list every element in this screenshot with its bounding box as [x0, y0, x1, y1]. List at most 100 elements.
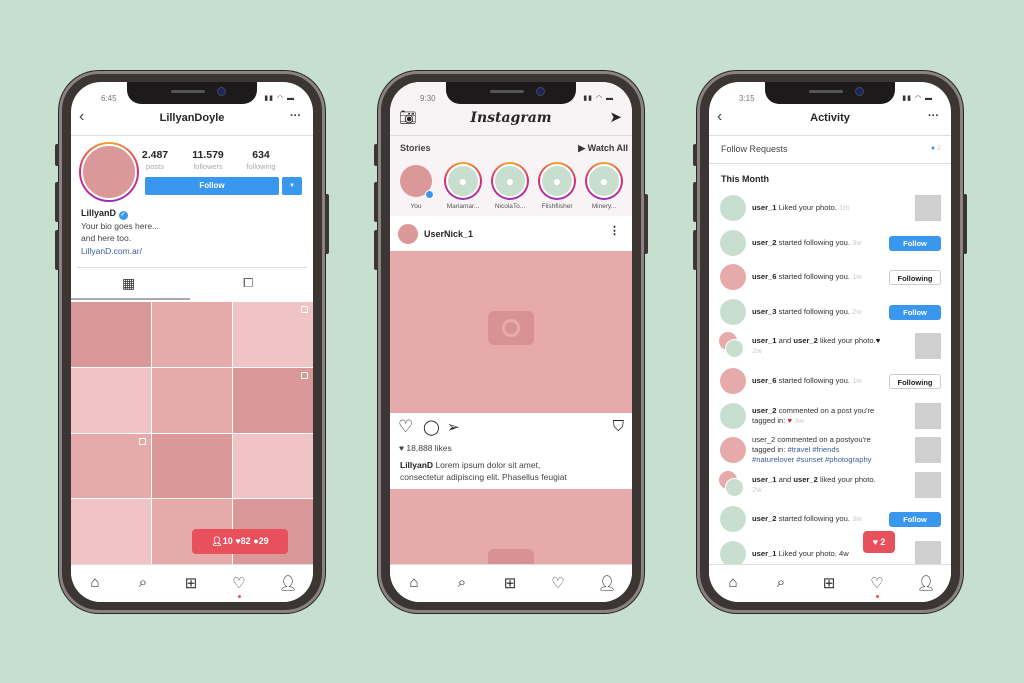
- grid-photo[interactable]: [233, 302, 313, 367]
- stat-value[interactable]: 11.579: [178, 149, 238, 161]
- post-thumbnail[interactable]: [915, 437, 941, 464]
- activity-text: user_2 started following you. 3w: [752, 514, 882, 524]
- comment-icon[interactable]: ◯: [423, 418, 440, 436]
- follow-button[interactable]: Follow: [889, 512, 941, 528]
- tagged-tab-icon[interactable]: ⧠: [243, 275, 253, 291]
- post-image: [390, 251, 632, 413]
- stat-value[interactable]: 634: [231, 149, 291, 161]
- add-icon[interactable]: ⊞: [181, 574, 201, 592]
- activity-row[interactable]: user_3 started following you. 2w Follow: [709, 295, 951, 329]
- user-avatar[interactable]: [720, 506, 746, 533]
- user-avatar[interactable]: [725, 477, 744, 497]
- username-link[interactable]: user_6: [752, 272, 777, 281]
- user-avatar[interactable]: [720, 402, 746, 429]
- user-placeholder-icon: ●: [493, 164, 527, 198]
- heart-icon: ♥: [875, 336, 881, 346]
- follow-button[interactable]: Follow: [145, 177, 279, 195]
- username-link[interactable]: user_1: [752, 475, 777, 484]
- activity-row[interactable]: user_2 commented on a post you're tagged…: [709, 399, 951, 433]
- username-link[interactable]: user_2: [752, 514, 777, 523]
- profile-icon[interactable]: 👤︎: [916, 574, 936, 592]
- user-avatar[interactable]: [720, 437, 746, 464]
- story-avatar[interactable]: ●: [444, 162, 482, 200]
- grid-photo[interactable]: [233, 367, 313, 433]
- activity-row[interactable]: user_2 started following you. 3w Follow: [709, 502, 951, 536]
- username-link[interactable]: user_1: [752, 336, 777, 345]
- activity-row[interactable]: user_2 commented on a postyou're tagged …: [709, 433, 951, 467]
- username-link[interactable]: user_1: [752, 549, 777, 558]
- user-avatar[interactable]: [720, 368, 746, 394]
- post-author-name[interactable]: UserNick_1: [424, 229, 473, 239]
- activity-heart-icon[interactable]: ♡: [229, 574, 249, 592]
- activity-row[interactable]: user_6 started following you. 1w Followin…: [709, 364, 951, 398]
- follow-requests-link[interactable]: Follow Requests ● 2: [709, 136, 951, 163]
- bookmark-icon[interactable]: ⛉: [613, 418, 624, 435]
- more-icon[interactable]: ···: [290, 110, 301, 122]
- grid-view-tab-icon[interactable]: ▦: [122, 275, 135, 292]
- activity-row[interactable]: user_2 started following you. 3w Follow: [709, 226, 951, 260]
- profile-link[interactable]: LillyanD.com.ar/: [81, 246, 142, 256]
- username-link[interactable]: user_6: [752, 376, 777, 385]
- more-icon[interactable]: ···: [928, 110, 939, 122]
- follow-button[interactable]: Follow: [889, 304, 941, 320]
- grid-photo[interactable]: [71, 433, 151, 499]
- user-avatar[interactable]: [720, 195, 746, 221]
- grid-photo[interactable]: [152, 367, 232, 433]
- search-icon[interactable]: ⌕: [452, 574, 472, 591]
- follow-button[interactable]: Follow: [889, 235, 941, 251]
- add-icon[interactable]: ⊞: [819, 574, 839, 592]
- activity-row[interactable]: user_1 Liked your photo. 1m: [709, 191, 951, 225]
- user-avatar[interactable]: [720, 298, 746, 325]
- username-link[interactable]: user_1: [752, 203, 777, 212]
- profile-icon[interactable]: 👤︎: [278, 574, 298, 592]
- share-icon[interactable]: ➢: [447, 418, 460, 436]
- grid-photo[interactable]: [71, 367, 151, 433]
- status-time: 9:30: [420, 94, 436, 103]
- username-link[interactable]: user_2: [752, 238, 777, 247]
- home-icon[interactable]: ⌂: [723, 574, 743, 591]
- follow-dropdown-button[interactable]: ▼: [282, 177, 302, 195]
- story-avatar[interactable]: ●: [585, 162, 623, 200]
- watch-all-button[interactable]: ▶ Watch All: [578, 143, 628, 154]
- timestamp: 3w: [791, 415, 804, 425]
- stat-value[interactable]: 2.487: [125, 149, 185, 161]
- post-options-icon[interactable]: ⋮: [609, 224, 620, 237]
- user-avatar[interactable]: [720, 264, 746, 291]
- post-author-avatar[interactable]: [398, 224, 418, 244]
- username-link[interactable]: user_2: [752, 406, 777, 415]
- story-avatar[interactable]: ●: [538, 162, 576, 200]
- grid-photo[interactable]: [233, 433, 313, 499]
- caption-user[interactable]: LillyanD: [400, 460, 433, 470]
- post-thumbnail[interactable]: [915, 333, 941, 360]
- likes-count: 18,888 likes: [406, 443, 452, 453]
- your-story-avatar[interactable]: [400, 165, 434, 199]
- activity-heart-icon[interactable]: ♡: [548, 574, 568, 592]
- following-button[interactable]: Following: [889, 374, 941, 389]
- username-link[interactable]: user_2: [793, 475, 818, 484]
- direct-send-icon[interactable]: ➤: [609, 108, 622, 126]
- home-icon[interactable]: ⌂: [404, 574, 424, 591]
- search-icon[interactable]: ⌕: [133, 574, 153, 591]
- following-button[interactable]: Following: [889, 270, 941, 286]
- activity-heart-icon[interactable]: ♡: [867, 574, 887, 592]
- user-avatar[interactable]: [725, 339, 744, 359]
- grid-photo[interactable]: [152, 433, 232, 499]
- activity-row[interactable]: user_1 and user_2 liked your photo.♥ 2w: [709, 329, 951, 363]
- activity-row[interactable]: user_6 started following you. 1w Followin…: [709, 260, 951, 294]
- home-icon[interactable]: ⌂: [85, 574, 105, 591]
- search-icon[interactable]: ⌕: [771, 574, 791, 591]
- user-avatar[interactable]: [720, 229, 746, 256]
- grid-photo[interactable]: [71, 499, 151, 564]
- grid-photo[interactable]: [71, 302, 151, 367]
- username-link[interactable]: user_2: [793, 336, 818, 345]
- like-icon[interactable]: ♡: [398, 417, 413, 437]
- post-thumbnail[interactable]: [915, 402, 941, 429]
- grid-photo[interactable]: [152, 302, 232, 367]
- activity-row[interactable]: user_1 and user_2 liked your photo. 2w: [709, 468, 951, 502]
- username-link[interactable]: user_3: [752, 307, 777, 316]
- post-thumbnail[interactable]: [915, 195, 941, 221]
- add-icon[interactable]: ⊞: [500, 574, 520, 592]
- story-avatar[interactable]: ●: [491, 162, 529, 200]
- post-thumbnail[interactable]: [915, 471, 941, 498]
- profile-icon[interactable]: 👤︎: [597, 574, 617, 592]
